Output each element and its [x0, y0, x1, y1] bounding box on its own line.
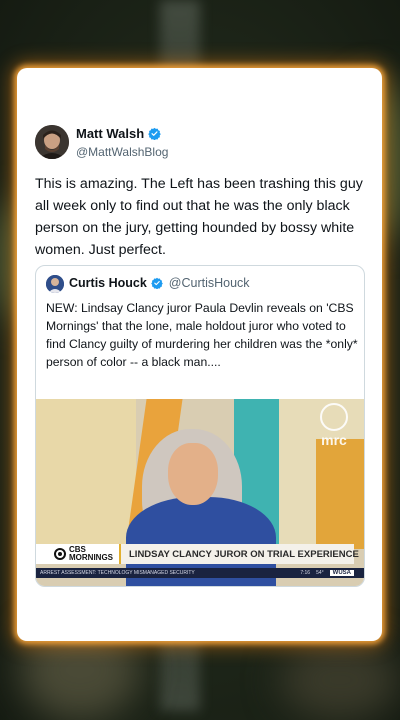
mrc-watermark: mrc — [312, 403, 356, 448]
author-avatar[interactable] — [35, 125, 69, 159]
author-handle[interactable]: @MattWalshBlog — [76, 145, 168, 159]
tweet-text: This is amazing. The Left has been trash… — [35, 176, 363, 258]
quoted-tweet[interactable]: Curtis Houck @CurtisHouck NEW: Lindsay C… — [35, 265, 365, 587]
lower-third-banner: CBS MORNINGS LINDSAY CLANCY JUROR ON TRI… — [36, 544, 359, 564]
studio-wall — [36, 399, 136, 549]
author-name-row: Matt Walsh — [76, 126, 161, 141]
quoted-author-handle[interactable]: @CurtisHouck — [169, 276, 250, 290]
foliage-blur — [280, 640, 400, 720]
ticker-temp: 54° — [316, 570, 324, 576]
video-thumbnail[interactable]: mrc CBS MORNINGS LINDSAY CLANCY JUROR ON… — [36, 399, 364, 586]
quoted-tweet-text: NEW: Lindsay Clancy juror Paula Devlin r… — [46, 301, 358, 369]
mrc-lion-icon — [320, 403, 348, 431]
author-name[interactable]: Matt Walsh — [76, 126, 144, 141]
cbs-eye-icon — [54, 548, 66, 560]
ticker-station: WUSA — [329, 570, 354, 576]
lower-third-headline: LINDSAY CLANCY JUROR ON TRIAL EXPERIENCE — [129, 548, 359, 560]
cbs-mornings-logo: CBS MORNINGS — [36, 544, 121, 564]
studio-panel-gold — [316, 439, 364, 549]
cbs-brand-line2: MORNINGS — [69, 553, 113, 562]
quoted-author-name[interactable]: Curtis Houck — [69, 276, 147, 290]
ticker-text: ARREST ASSESSMENT: TECHNOLOGY MISMANAGED… — [40, 570, 195, 576]
juror-face — [168, 443, 218, 505]
quoted-author-row: Curtis Houck @CurtisHouck — [69, 276, 250, 290]
verified-badge-icon — [150, 277, 163, 289]
tweet-card: Matt Walsh @MattWalshBlog This is amazin… — [17, 68, 382, 641]
mrc-watermark-text: mrc — [321, 432, 347, 448]
quoted-author-avatar[interactable] — [46, 275, 64, 293]
ticker-time: 7:16 — [300, 570, 311, 576]
news-ticker: ARREST ASSESSMENT: TECHNOLOGY MISMANAGED… — [36, 568, 364, 578]
verified-badge-icon — [148, 127, 161, 140]
